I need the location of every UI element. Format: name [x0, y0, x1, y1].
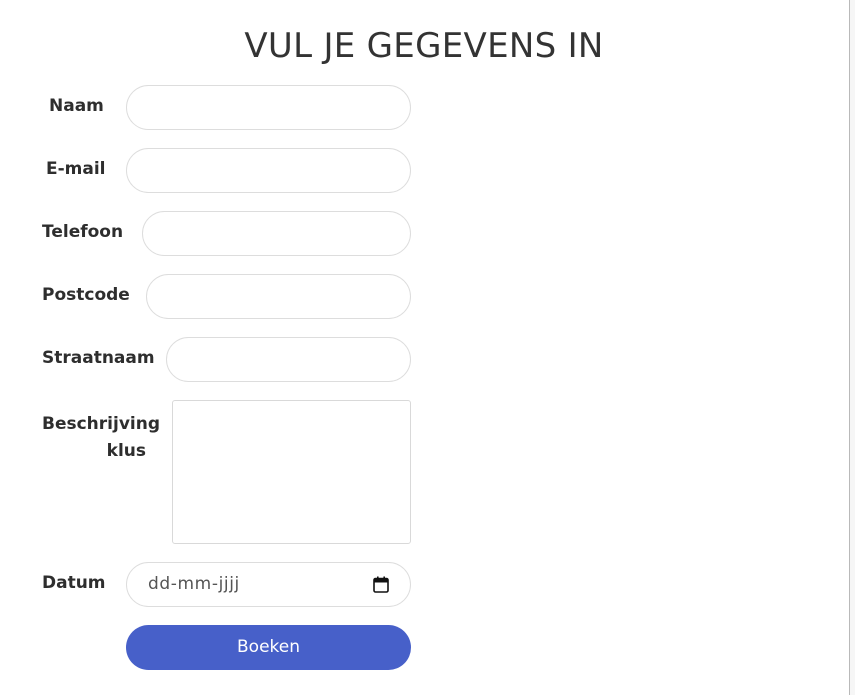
datum-input[interactable]: dd-mm-jjjj [126, 562, 411, 607]
postcode-label: Postcode [42, 285, 130, 305]
straatnaam-input[interactable] [166, 337, 411, 382]
naam-label: Naam [49, 96, 104, 116]
straatnaam-label: Straatnaam [42, 348, 155, 368]
calendar-icon[interactable] [373, 576, 389, 593]
booking-form-page: VUL JE GEGEVENS IN Naam E-mail Telefoon … [0, 0, 855, 695]
datum-placeholder: dd-mm-jjjj [148, 574, 240, 594]
beschrijving-textarea[interactable] [172, 400, 411, 544]
beschrijving-label: Beschrijving klus [42, 411, 161, 465]
window-right-edge [849, 0, 855, 695]
telefoon-input[interactable] [142, 211, 411, 256]
page-title: VUL JE GEGEVENS IN [244, 26, 604, 66]
telefoon-label: Telefoon [42, 222, 124, 242]
email-input[interactable] [126, 148, 411, 193]
beschrijving-label-line1: Beschrijving [42, 414, 161, 434]
naam-input[interactable] [126, 85, 411, 130]
email-label: E-mail [46, 159, 106, 179]
postcode-input[interactable] [146, 274, 411, 319]
datum-label: Datum [42, 573, 106, 593]
boeken-button[interactable]: Boeken [126, 625, 411, 670]
beschrijving-label-line2: klus [106, 441, 146, 461]
